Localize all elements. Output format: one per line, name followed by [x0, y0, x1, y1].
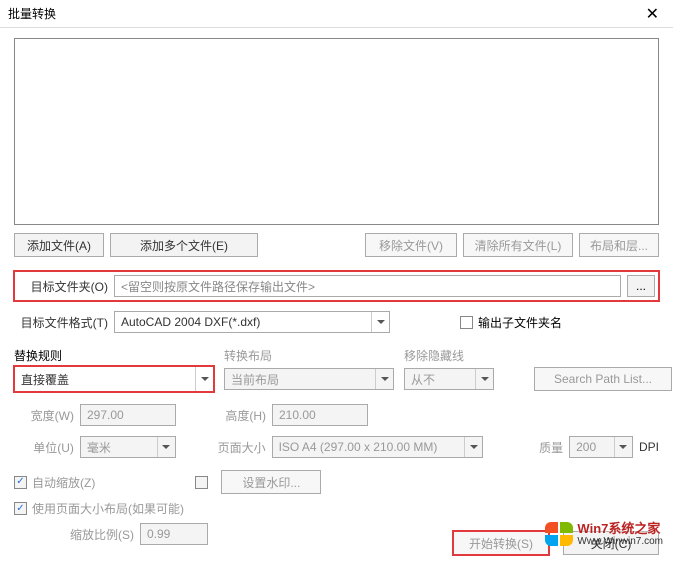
- set-watermark-button[interactable]: 设置水印...: [221, 470, 321, 494]
- unit-value: 毫米: [87, 439, 111, 456]
- unit-select: 毫米: [80, 436, 176, 458]
- clear-all-button[interactable]: 清除所有文件(L): [463, 233, 573, 257]
- use-page-layout-label: 使用页面大小布局(如果可能): [32, 500, 184, 517]
- convert-layout-label: 转换布局: [224, 347, 394, 364]
- quality-label: 质量: [513, 439, 563, 456]
- replace-rule-label: 替换规则: [14, 347, 214, 364]
- chevron-down-icon: [375, 369, 393, 389]
- target-folder-label: 目标文件夹(O): [18, 278, 108, 295]
- add-file-button[interactable]: 添加文件(A): [14, 233, 104, 257]
- unit-label: 单位(U): [14, 439, 74, 456]
- scale-ratio-input: 0.99: [140, 523, 208, 545]
- file-listbox[interactable]: [14, 38, 659, 225]
- add-multi-file-button[interactable]: 添加多个文件(E): [110, 233, 258, 257]
- chevron-down-icon: [475, 369, 493, 389]
- page-size-label: 页面大小: [196, 439, 266, 456]
- start-button[interactable]: 开始转换(S): [453, 531, 549, 555]
- replace-rule-value: 直接覆盖: [21, 371, 69, 388]
- close-button[interactable]: 关闭(C): [563, 531, 659, 555]
- use-page-layout-row: 使用页面大小布局(如果可能): [14, 500, 659, 517]
- dialog-content: 添加文件(A) 添加多个文件(E) 移除文件(V) 清除所有文件(L) 布局和层…: [0, 28, 673, 545]
- rule-headers: 替换规则 转换布局 移除隐藏线: [14, 347, 659, 364]
- chevron-down-icon: [614, 437, 632, 457]
- width-input: 297.00: [80, 404, 176, 426]
- file-button-row: 添加文件(A) 添加多个文件(E) 移除文件(V) 清除所有文件(L) 布局和层…: [14, 233, 659, 257]
- remove-hidden-label: 移除隐藏线: [404, 347, 524, 364]
- window-title: 批量转换: [8, 5, 56, 22]
- auto-scale-row: 自动缩放(Z) 设置水印...: [14, 470, 659, 494]
- output-subfolder-check[interactable]: 输出子文件夹名: [460, 314, 562, 331]
- width-height-row: 宽度(W) 297.00 高度(H) 210.00: [14, 404, 659, 426]
- chevron-down-icon: [464, 437, 482, 457]
- chevron-down-icon: [157, 437, 175, 457]
- watermark-group: 设置水印...: [195, 470, 321, 494]
- chevron-down-icon: [195, 367, 213, 391]
- auto-scale-label: 自动缩放(Z): [32, 474, 95, 491]
- dialog-action-buttons: 开始转换(S) 关闭(C): [453, 531, 659, 555]
- search-path-button[interactable]: Search Path List...: [534, 367, 672, 391]
- unit-page-row: 单位(U) 毫米 页面大小 ISO A4 (297.00 x 210.00 MM…: [14, 436, 659, 458]
- convert-layout-select: 当前布局: [224, 368, 394, 390]
- remove-hidden-select: 从不: [404, 368, 494, 390]
- height-label: 高度(H): [196, 407, 266, 424]
- target-format-select[interactable]: AutoCAD 2004 DXF(*.dxf): [114, 311, 390, 333]
- convert-layout-value: 当前布局: [231, 371, 279, 388]
- checkbox-icon: [460, 316, 473, 329]
- remove-hidden-value: 从不: [411, 371, 435, 388]
- remove-file-button[interactable]: 移除文件(V): [365, 233, 457, 257]
- height-input: 210.00: [272, 404, 368, 426]
- rule-row: 直接覆盖 当前布局 从不 Search Path List...: [14, 366, 659, 392]
- target-format-label: 目标文件格式(T): [14, 314, 108, 331]
- quality-select: 200: [569, 436, 633, 458]
- output-subfolder-label: 输出子文件夹名: [478, 314, 562, 331]
- chevron-down-icon: [371, 312, 389, 332]
- close-icon[interactable]: ✕: [640, 4, 665, 24]
- width-label: 宽度(W): [14, 407, 74, 424]
- layout-layer-button[interactable]: 布局和层...: [579, 233, 659, 257]
- titlebar: 批量转换 ✕: [0, 0, 673, 28]
- auto-scale-check: 自动缩放(Z): [14, 474, 95, 491]
- checkbox-icon: [14, 502, 27, 515]
- target-folder-row: 目标文件夹(O) <留空则按原文件路径保存输出文件> ...: [14, 271, 659, 301]
- use-page-layout-check: 使用页面大小布局(如果可能): [14, 500, 184, 517]
- scale-ratio-label: 缩放比例(S): [14, 526, 134, 543]
- checkbox-icon: [195, 476, 208, 489]
- target-format-value: AutoCAD 2004 DXF(*.dxf): [121, 315, 260, 329]
- quality-value: 200: [576, 440, 596, 454]
- replace-rule-select[interactable]: 直接覆盖: [14, 366, 214, 392]
- target-folder-input[interactable]: <留空则按原文件路径保存输出文件>: [114, 275, 621, 297]
- page-size-value: ISO A4 (297.00 x 210.00 MM): [279, 440, 438, 454]
- target-format-row: 目标文件格式(T) AutoCAD 2004 DXF(*.dxf) 输出子文件夹…: [14, 311, 659, 333]
- checkbox-icon: [14, 476, 27, 489]
- page-size-select: ISO A4 (297.00 x 210.00 MM): [272, 436, 484, 458]
- dpi-label: DPI: [639, 440, 659, 454]
- browse-button[interactable]: ...: [627, 275, 655, 297]
